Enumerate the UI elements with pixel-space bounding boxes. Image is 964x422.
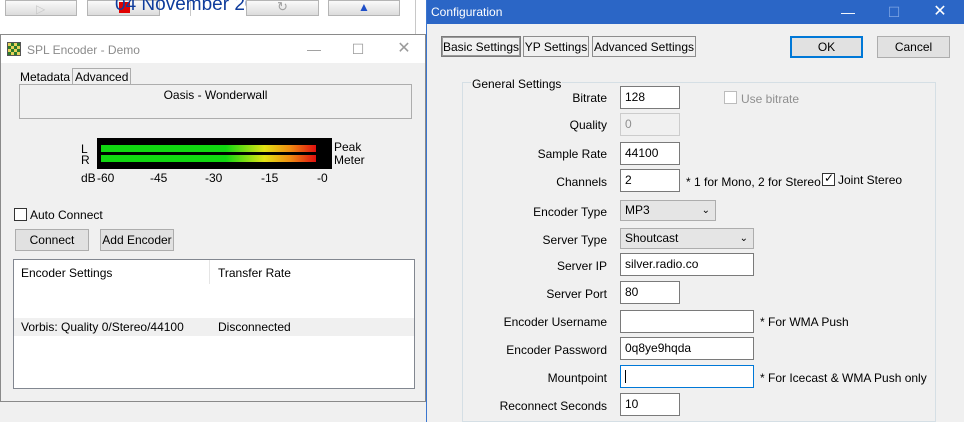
right-level-bar [101, 155, 317, 162]
window-title: SPL Encoder - Demo [27, 43, 140, 57]
use-bitrate-checkbox[interactable] [724, 91, 737, 104]
encoder-username-field[interactable] [620, 310, 754, 333]
tab-yp-settings[interactable]: YP Settings [523, 36, 589, 57]
column-header-encoder-settings[interactable]: Encoder Settings [14, 260, 210, 284]
bitrate-field[interactable]: 128 [620, 86, 680, 109]
channels-label: Channels [556, 175, 607, 189]
scale-tick: -15 [261, 171, 279, 185]
checkmark-icon: ✓ [824, 171, 835, 185]
refresh-icon: ↻ [277, 0, 288, 14]
play-button[interactable]: ▷ [5, 0, 77, 16]
server-type-label: Server Type [542, 233, 607, 247]
text-cursor [625, 370, 626, 383]
scale-tick: -0 [317, 171, 328, 185]
encoder-password-field[interactable]: 0q8ye9hqda [620, 337, 754, 360]
joint-stereo-checkbox[interactable]: ✓ [822, 171, 835, 186]
server-type-value: Shoutcast [625, 231, 679, 245]
maximize-button[interactable]: ☐ [341, 35, 375, 63]
spl-encoder-window: SPL Encoder - Demo — ☐ ✕ Metadata Advanc… [0, 34, 426, 402]
window-title: Configuration [431, 5, 503, 19]
now-playing-box: Oasis - Wonderwall [19, 84, 412, 119]
encoder-type-value: MP3 [625, 203, 650, 217]
title-bar: Configuration — ☐ ✕ [427, 0, 964, 24]
up-arrow-icon: ▲ [358, 0, 370, 14]
app-icon [7, 42, 21, 56]
quality-label: Quality [569, 118, 607, 132]
play-icon: ▷ [36, 2, 46, 16]
meter-label-r: R [81, 153, 90, 167]
encoder-type-label: Encoder Type [533, 205, 607, 219]
column-header-label: Transfer Rate [218, 266, 291, 280]
connect-button[interactable]: Connect [15, 229, 89, 251]
server-ip-label: Server IP [556, 259, 607, 273]
server-port-field[interactable]: 80 [620, 281, 680, 304]
configuration-window: Configuration — ☐ ✕ Basic Settings YP Se… [426, 0, 964, 422]
minimize-button[interactable]: — [297, 35, 331, 63]
server-type-dropdown[interactable]: Shoutcast ⌄ [620, 228, 754, 249]
mountpoint-field[interactable] [620, 365, 754, 388]
sample-rate-field[interactable]: 44100 [620, 142, 680, 165]
transfer-rate-cell: Disconnected [218, 320, 291, 334]
encoder-username-label: Encoder Username [503, 315, 607, 329]
encoder-username-note: * For WMA Push [760, 315, 849, 329]
encoder-password-label: Encoder Password [506, 343, 607, 357]
quality-field[interactable]: 0 [620, 113, 680, 136]
ok-button[interactable]: OK [790, 36, 863, 58]
level-meter [97, 138, 332, 169]
peak-label: Peak [334, 140, 362, 154]
close-button[interactable]: ✕ [387, 35, 421, 63]
scale-tick: -30 [205, 171, 223, 185]
bitrate-label: Bitrate [572, 91, 607, 105]
db-label: dB [81, 171, 96, 185]
encoder-list: Encoder Settings Transfer Rate Vorbis: Q… [13, 259, 415, 389]
close-button[interactable]: ✕ [917, 0, 963, 24]
encoder-type-dropdown[interactable]: MP3 ⌄ [620, 200, 716, 221]
channels-field[interactable]: 2 [620, 169, 680, 192]
minimize-button[interactable]: — [825, 0, 871, 24]
scale-tick: -60 [97, 171, 115, 185]
server-ip-field[interactable]: silver.radio.co [620, 253, 754, 276]
scale-tick: -45 [150, 171, 168, 185]
sample-rate-label: Sample Rate [537, 147, 607, 161]
now-playing-text: Oasis - Wonderwall [163, 88, 268, 102]
encoder-settings-cell: Vorbis: Quality 0/Stereo/44100 [21, 320, 184, 334]
meter-label: Meter [334, 153, 365, 167]
cancel-button[interactable]: Cancel [877, 36, 950, 58]
use-bitrate-label: Use bitrate [741, 92, 800, 106]
reconnect-seconds-label: Reconnect Seconds [499, 399, 607, 413]
tab-advanced-settings[interactable]: Advanced Settings [592, 36, 696, 57]
title-bar: SPL Encoder - Demo — ☐ ✕ [1, 35, 425, 63]
chevron-down-icon: ⌄ [701, 205, 710, 216]
left-level-bar [101, 145, 317, 152]
column-header-label: Encoder Settings [21, 266, 113, 280]
tab-metadata[interactable]: Metadata [20, 70, 70, 84]
tab-basic-settings[interactable]: Basic Settings [441, 36, 521, 57]
channels-note: * 1 for Mono, 2 for Stereo [686, 175, 821, 189]
group-title: General Settings [471, 77, 563, 91]
mountpoint-note: * For Icecast & WMA Push only [760, 371, 927, 385]
add-encoder-button[interactable]: Add Encoder [100, 229, 174, 251]
mountpoint-label: Mountpoint [547, 371, 607, 385]
auto-connect-checkbox[interactable] [14, 208, 27, 221]
column-header-transfer-rate[interactable]: Transfer Rate [211, 260, 414, 284]
joint-stereo-label: Joint Stereo [838, 173, 903, 187]
eject-button[interactable]: ▲ [328, 0, 400, 16]
reconnect-seconds-field[interactable]: 10 [620, 393, 680, 416]
refresh-button[interactable]: ↻ [246, 0, 319, 16]
table-row[interactable]: Vorbis: Quality 0/Stereo/44100 Disconnec… [14, 318, 414, 336]
chevron-down-icon: ⌄ [739, 233, 748, 244]
auto-connect-label: Auto Connect [30, 208, 103, 222]
server-port-label: Server Port [546, 287, 607, 301]
maximize-button[interactable]: ☐ [871, 0, 917, 24]
